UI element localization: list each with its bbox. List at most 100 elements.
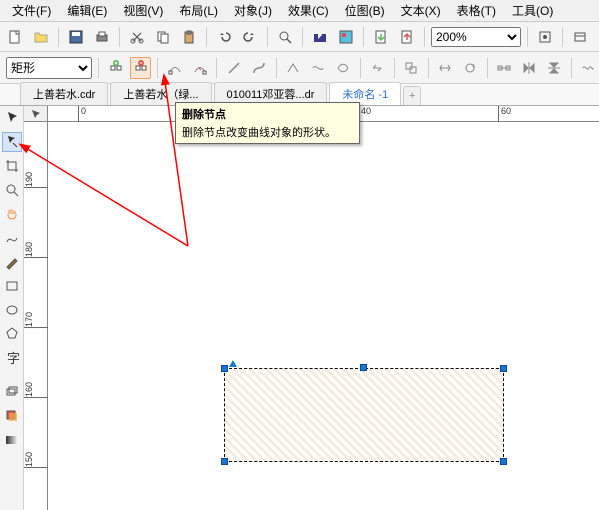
smooth-node-button[interactable] [308,57,329,79]
save-button[interactable] [65,26,87,48]
menu-file[interactable]: 文件(F) [4,0,59,21]
shape-type-select[interactable]: 矩形 [6,57,92,79]
snap-button[interactable] [534,26,556,48]
delete-node-button[interactable] [130,57,151,79]
publish-button[interactable] [335,26,357,48]
ruler-vertical[interactable]: 190 180 170 160 150 [24,122,48,510]
separator [562,27,563,47]
crop-tool[interactable] [2,156,22,176]
cusp-node-button[interactable] [283,57,304,79]
separator [302,27,303,47]
open-button[interactable] [30,26,52,48]
ruler-corner[interactable] [24,106,48,122]
pan-tool[interactable] [2,204,22,224]
menu-effect[interactable]: 效果(C) [280,0,337,21]
separator [424,27,425,47]
redo-button[interactable] [239,26,261,48]
export2-button[interactable] [396,26,418,48]
separator [363,27,364,47]
separator [216,58,217,78]
reflect-h-button[interactable] [519,57,540,79]
extract-button[interactable] [401,57,422,79]
menu-table[interactable]: 表格(T) [449,0,504,21]
paste-button[interactable] [178,26,200,48]
ellipse-tool[interactable] [2,300,22,320]
separator [527,27,528,47]
stretch-button[interactable] [435,57,456,79]
rectangle-tool[interactable] [2,276,22,296]
break-nodes-button[interactable] [189,57,210,79]
zoom-tool[interactable] [2,180,22,200]
toolbox: 字 [0,106,24,510]
workspace: 字 0 20 40 60 190 180 170 160 150 [0,106,599,510]
ruler-tick: 60 [498,106,511,122]
parallel-tool[interactable] [2,382,22,402]
node-handle[interactable] [221,365,228,372]
drop-shadow-tool[interactable] [2,406,22,426]
artistic-tool[interactable] [2,252,22,272]
to-line-button[interactable] [223,57,244,79]
separator [428,58,429,78]
separator [360,58,361,78]
separator [157,58,158,78]
node-handle[interactable] [221,458,228,465]
node-handle-mid[interactable] [360,364,367,371]
freehand-tool[interactable] [2,228,22,248]
menu-text[interactable]: 文本(X) [393,0,449,21]
options-button[interactable] [569,26,591,48]
copy-button[interactable] [152,26,174,48]
reverse-button[interactable] [367,57,388,79]
polygon-tool[interactable] [2,324,22,344]
pick-tool[interactable] [2,108,22,128]
tooltip-delete-node: 删除节点 删除节点改变曲线对象的形状。 [175,102,360,144]
menu-bitmap[interactable]: 位图(B) [337,0,393,21]
symmetric-node-button[interactable] [333,57,354,79]
tooltip-desc: 删除节点改变曲线对象的形状。 [182,124,353,140]
separator [394,58,395,78]
new-button[interactable] [4,26,26,48]
print-button[interactable] [91,26,113,48]
menu-object[interactable]: 对象(J) [226,0,280,21]
separator [119,27,120,47]
separator [98,58,99,78]
ruler-tick: 180 [24,242,48,258]
separator [487,58,488,78]
reflect-v-button[interactable] [544,57,565,79]
add-node-button[interactable] [105,57,126,79]
ruler-tick: 170 [24,312,48,328]
separator [571,58,572,78]
tab-add[interactable]: + [403,86,421,105]
export-button[interactable] [309,26,331,48]
menu-tool[interactable]: 工具(O) [504,0,561,21]
corner-control[interactable] [229,360,237,367]
tooltip-title: 删除节点 [182,106,353,122]
canvas[interactable]: 0 20 40 60 190 180 170 160 150 [24,106,599,510]
align-nodes-button[interactable] [494,57,515,79]
join-nodes-button[interactable] [164,57,185,79]
node-handle[interactable] [500,458,507,465]
to-curve-button[interactable] [249,57,270,79]
tab-doc1[interactable]: 上善若水.cdr [20,82,108,105]
menu-edit[interactable]: 编辑(E) [59,0,115,21]
ruler-tick: 150 [24,452,48,468]
menu-view[interactable]: 视图(V) [115,0,171,21]
undo-button[interactable] [213,26,235,48]
zoom-select[interactable]: 200% [431,27,521,47]
ruler-tick: 0 [78,106,86,122]
svg-text:字: 字 [7,351,20,366]
ruler-tick: 160 [24,382,48,398]
menu-layout[interactable]: 布局(L) [171,0,226,21]
import-button[interactable] [370,26,392,48]
node-handle[interactable] [500,365,507,372]
text-tool[interactable]: 字 [2,348,22,368]
separator [267,27,268,47]
selected-rectangle[interactable] [224,368,504,462]
shape-tool[interactable] [2,132,22,152]
search-button[interactable] [274,26,296,48]
cut-button[interactable] [126,26,148,48]
standard-toolbar: 200% [0,22,599,52]
menu-bar: 文件(F) 编辑(E) 视图(V) 布局(L) 对象(J) 效果(C) 位图(B… [0,0,599,22]
transparency-tool[interactable] [2,430,22,450]
rotate-button[interactable] [460,57,481,79]
elastic-button[interactable] [578,57,599,79]
